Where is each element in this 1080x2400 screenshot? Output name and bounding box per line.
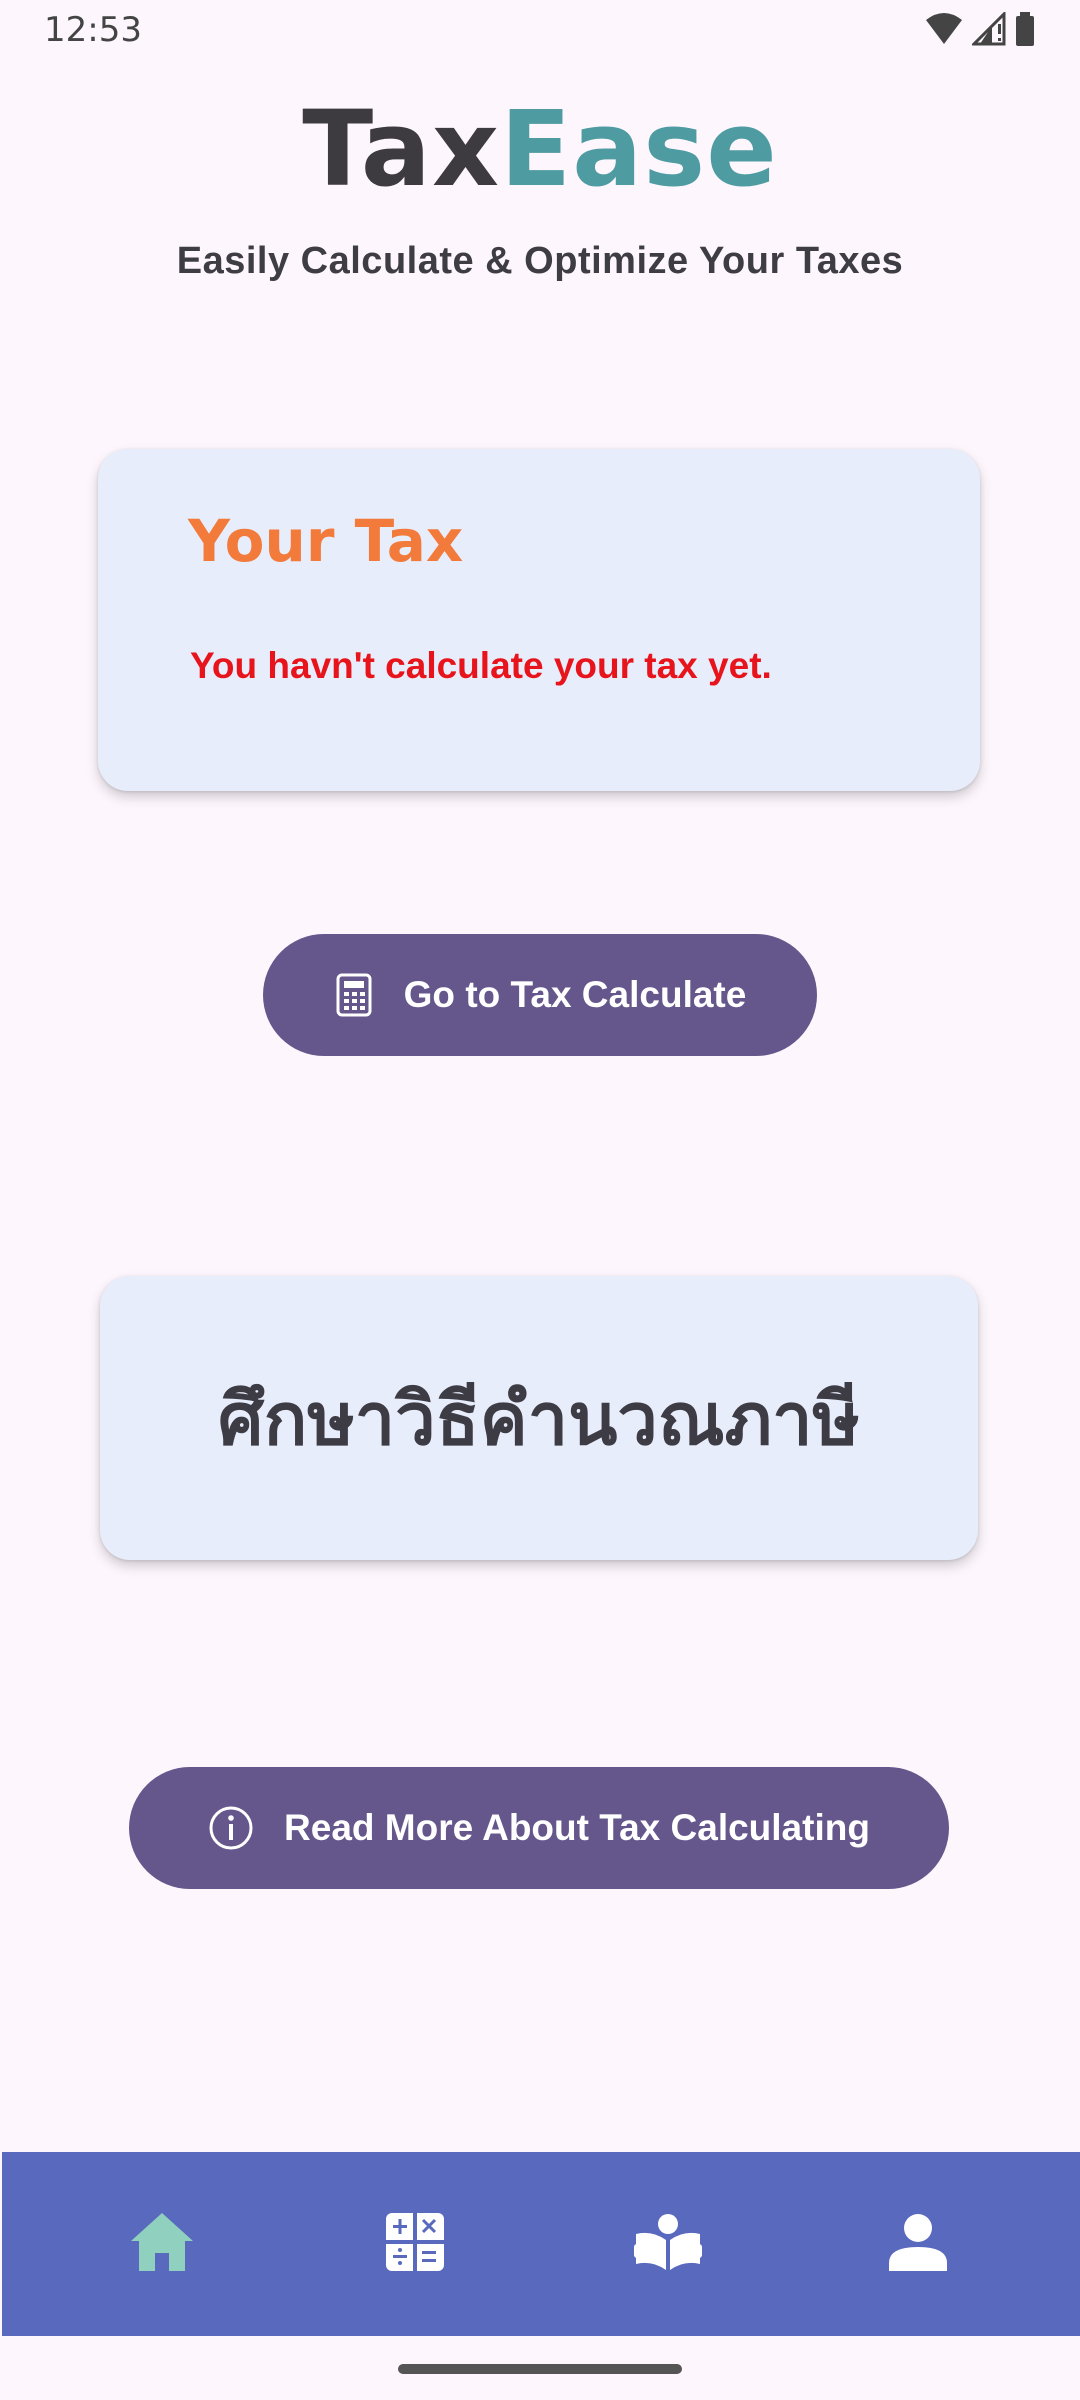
reader-book-icon [634,2213,702,2275]
calculator-grid-icon [386,2212,444,2276]
go-to-tax-calculate-label: Go to Tax Calculate [403,974,747,1015]
app-title-ease: Ease [500,88,778,210]
status-time: 12:53 [44,10,142,50]
signal-icon [970,10,1006,51]
tax-status-message: You havn't calculate your tax yet. [190,645,772,686]
wifi-icon [924,12,964,51]
gesture-bar[interactable] [398,2364,682,2374]
read-more-about-tax-button[interactable]: Read More About Tax Calculating [129,1767,949,1889]
go-to-tax-calculate-button[interactable]: Go to Tax Calculate [263,934,817,1056]
calculator-icon [334,973,374,1017]
learn-tax-calculation-title: ศึกษาวิธีคำนวณภาษี [218,1376,860,1461]
app-title-tax: Tax [302,88,501,210]
your-tax-title: Your Tax [188,507,464,575]
nav-calculate[interactable] [315,2152,515,2336]
status-bar: 12:53 [0,0,1080,62]
nav-home[interactable] [62,2152,262,2336]
info-icon [208,1805,254,1851]
app-title: TaxEase [0,88,1080,210]
app-subtitle: Easily Calculate & Optimize Your Taxes [176,240,904,282]
your-tax-card: Your Tax You havn't calculate your tax y… [98,449,980,791]
read-more-label: Read More About Tax Calculating [284,1807,870,1848]
battery-icon [1014,12,1036,51]
profile-icon [889,2213,947,2276]
home-icon [129,2211,195,2278]
learn-tax-calculation-card[interactable]: ศึกษาวิธีคำนวณภาษี [100,1276,978,1560]
nav-learn[interactable] [568,2152,768,2336]
nav-profile[interactable] [818,2152,1018,2336]
status-icons [924,10,1036,51]
bottom-navigation [2,2152,1080,2336]
